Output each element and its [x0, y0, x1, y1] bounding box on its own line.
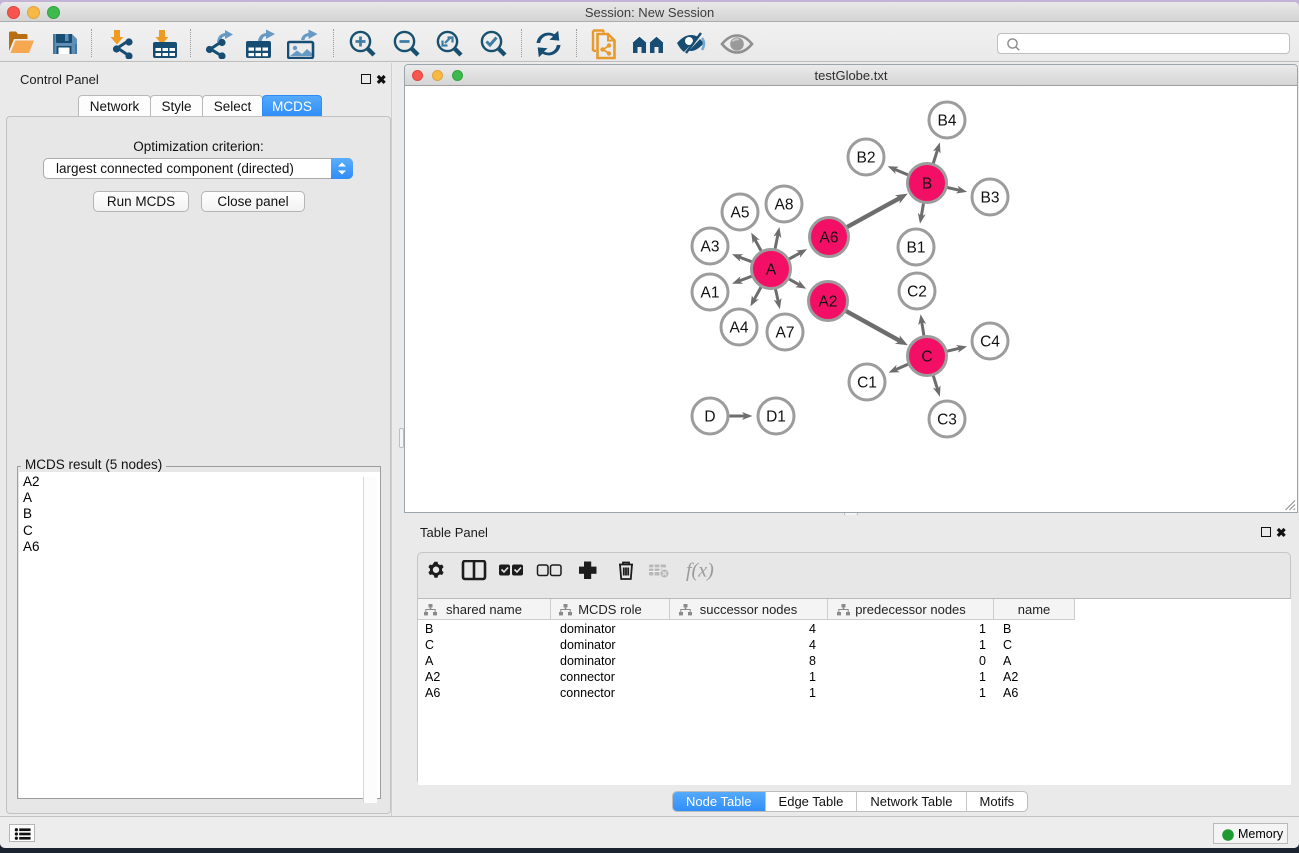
svg-text:C2: C2: [907, 284, 927, 301]
svg-text:A4: A4: [730, 320, 749, 337]
svg-text:A: A: [766, 262, 777, 279]
svg-text:B4: B4: [938, 113, 957, 130]
svg-text:D: D: [704, 409, 715, 426]
svg-text:A3: A3: [701, 239, 720, 256]
svg-text:A2: A2: [819, 294, 838, 311]
svg-text:B: B: [922, 176, 932, 193]
svg-text:D1: D1: [766, 409, 786, 426]
svg-text:A1: A1: [701, 285, 720, 302]
svg-text:B3: B3: [981, 190, 1000, 207]
svg-text:C4: C4: [980, 334, 1000, 351]
svg-text:f(x): f(x): [686, 560, 714, 582]
svg-text:C3: C3: [937, 412, 957, 429]
svg-text:A5: A5: [731, 205, 750, 222]
svg-text:A6: A6: [820, 230, 839, 247]
svg-text:C1: C1: [857, 375, 877, 392]
svg-text:A8: A8: [775, 197, 794, 214]
svg-text:C: C: [921, 349, 932, 366]
svg-text:B1: B1: [907, 240, 926, 257]
svg-text:B2: B2: [857, 150, 876, 167]
svg-text:A7: A7: [776, 325, 795, 342]
